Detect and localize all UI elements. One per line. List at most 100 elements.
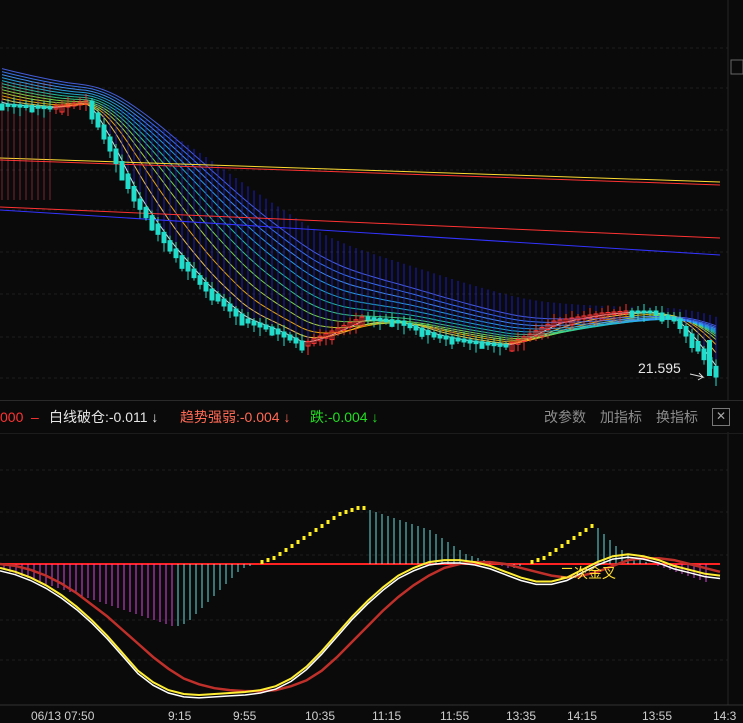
arrow-down-icon: ↓ — [279, 409, 291, 425]
candle-body — [407, 322, 413, 329]
candle-body — [467, 339, 473, 344]
candle-body — [443, 335, 449, 340]
candle-body — [17, 104, 23, 108]
macd-dot — [302, 536, 306, 540]
candle-body — [425, 329, 431, 336]
candle-body — [461, 338, 467, 343]
candle-body — [701, 348, 707, 361]
moving-average-line — [1, 95, 717, 345]
candle-body — [251, 320, 257, 326]
close-icon[interactable]: ✕ — [712, 408, 730, 426]
time-label: 06/13 07:50 — [31, 709, 95, 723]
candle-body — [389, 319, 395, 327]
candle-body — [455, 337, 461, 342]
indicator-label: 白线破仓:-0.011 — [49, 409, 148, 425]
candle-body — [137, 198, 143, 210]
candle-body — [263, 324, 269, 330]
candle-body — [485, 341, 491, 346]
macd-dot — [560, 544, 564, 548]
candle-body — [479, 341, 485, 349]
time-label: 14:3 — [713, 709, 737, 723]
candle-body — [503, 343, 509, 348]
candle-body — [365, 316, 371, 321]
candle-body — [11, 103, 17, 108]
macd-dot — [272, 556, 276, 560]
indicator-bar: 000 – 白线破仓:-0.011 ↓ 趋势强弱:-0.004 ↓ 跌:-0.0… — [0, 400, 743, 434]
candle-body — [149, 215, 155, 231]
candle-body — [449, 336, 455, 345]
candle-body — [155, 223, 161, 235]
macd-dot — [530, 560, 534, 564]
candle-body — [437, 334, 443, 339]
arrow-down-icon: ↓ — [367, 409, 379, 425]
indicator-prefix: 000 — [0, 409, 24, 425]
candle-body — [683, 326, 689, 337]
candle-body — [659, 312, 665, 322]
candle-body — [653, 310, 659, 316]
candle-body — [257, 322, 263, 328]
candle-body — [221, 298, 227, 307]
candle-body — [635, 310, 641, 314]
macd-dot — [296, 540, 300, 544]
add-indicator-button[interactable]: 加指标 — [600, 401, 642, 433]
candle-body — [125, 173, 131, 189]
candle-body — [173, 248, 179, 259]
indicator-label: 跌:-0.004 — [310, 409, 368, 425]
price-arrow — [689, 372, 705, 381]
cross-annotation: 二次金叉 — [560, 566, 616, 582]
macd-dot — [548, 552, 552, 556]
candle-body — [215, 293, 221, 302]
macd-dot — [326, 520, 330, 524]
price-label: 21.595 — [638, 360, 681, 376]
moving-average-line — [1, 83, 717, 336]
candle-body — [95, 112, 101, 128]
candle-body — [431, 332, 437, 338]
candle-body — [395, 319, 401, 324]
candle-body — [161, 231, 167, 244]
candle-body — [23, 104, 29, 108]
candle-body — [383, 318, 389, 323]
candle-body — [179, 255, 185, 269]
indicator-prefix-dash: – — [31, 409, 39, 425]
candle-body — [473, 340, 479, 345]
candle-body — [131, 186, 137, 202]
candle-body — [101, 124, 107, 140]
candle-body — [377, 317, 383, 322]
candle-body — [209, 288, 215, 301]
candle-body — [713, 365, 719, 378]
candle-body — [245, 318, 251, 324]
macd-dot — [266, 558, 270, 562]
candle-body — [371, 317, 377, 321]
macd-dot — [350, 508, 354, 512]
macd-dot — [278, 552, 282, 556]
candle-body — [0, 103, 5, 111]
candle-body — [233, 308, 239, 317]
candle-body — [689, 333, 695, 348]
macd-dot — [332, 516, 336, 520]
time-label: 11:55 — [440, 709, 470, 723]
candle-body — [47, 106, 53, 110]
long-moving-average — [0, 206, 721, 239]
macd-dot — [260, 560, 264, 564]
macd-dot — [314, 528, 318, 532]
macd-dot — [542, 556, 546, 560]
candle-body — [647, 310, 653, 314]
candle-body — [275, 328, 281, 335]
candle-body — [665, 314, 671, 320]
switch-indicator-button[interactable]: 换指标 — [656, 401, 698, 433]
candle-body — [299, 340, 305, 351]
candle-body — [671, 316, 677, 322]
candle-body — [287, 334, 293, 341]
macd-dot — [284, 548, 288, 552]
candle-body — [203, 281, 209, 292]
candle-body — [197, 275, 203, 285]
time-label: 11:15 — [372, 709, 402, 723]
candle-body — [239, 313, 245, 326]
chart-canvas[interactable]: 21.595 二次金叉 — [0, 0, 743, 717]
candle-body — [167, 240, 173, 252]
scroll-handle — [730, 59, 743, 75]
candle-body — [677, 318, 683, 329]
candle-body — [227, 303, 233, 312]
macd-dot — [362, 506, 366, 510]
modify-params-button[interactable]: 改参数 — [544, 401, 586, 433]
